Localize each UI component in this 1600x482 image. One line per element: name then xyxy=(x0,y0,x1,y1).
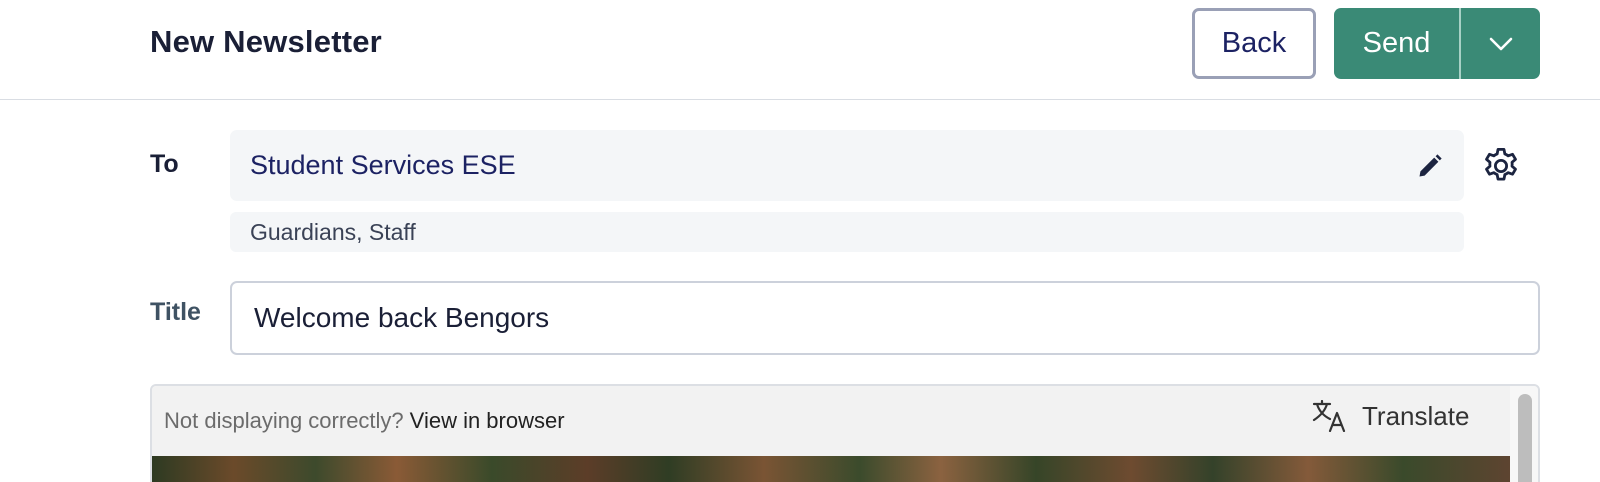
title-label: Title xyxy=(150,298,201,326)
send-options-dropdown[interactable] xyxy=(1461,8,1540,79)
not-displaying-text: Not displaying correctly? xyxy=(164,408,404,433)
back-button[interactable]: Back xyxy=(1192,8,1316,79)
to-label: To xyxy=(150,150,179,178)
title-input[interactable] xyxy=(230,281,1540,355)
translate-icon xyxy=(1312,400,1346,432)
newsletter-header-image xyxy=(152,456,1512,482)
page-title: New Newsletter xyxy=(150,24,382,59)
preview-toolbar: Not displaying correctly? View in browse… xyxy=(152,386,1512,456)
preview-scrollbar[interactable] xyxy=(1510,386,1538,482)
newsletter-preview: Not displaying correctly? View in browse… xyxy=(150,384,1540,482)
top-bar: New Newsletter Back Send xyxy=(0,0,1600,100)
send-button[interactable]: Send xyxy=(1334,8,1461,79)
scrollbar-thumb[interactable] xyxy=(1518,394,1532,482)
gear-icon[interactable] xyxy=(1480,145,1522,187)
send-button-group: Send xyxy=(1334,8,1540,79)
recipient-groups: Guardians, Staff xyxy=(230,212,1464,252)
view-in-browser-link[interactable]: View in browser xyxy=(410,408,565,434)
pencil-icon[interactable] xyxy=(1416,152,1444,180)
to-field[interactable]: Student Services ESE xyxy=(230,130,1464,201)
to-value: Student Services ESE xyxy=(250,150,516,180)
translate-button[interactable]: Translate xyxy=(1312,400,1469,432)
chevron-down-icon xyxy=(1489,37,1512,50)
translate-label: Translate xyxy=(1362,400,1470,431)
